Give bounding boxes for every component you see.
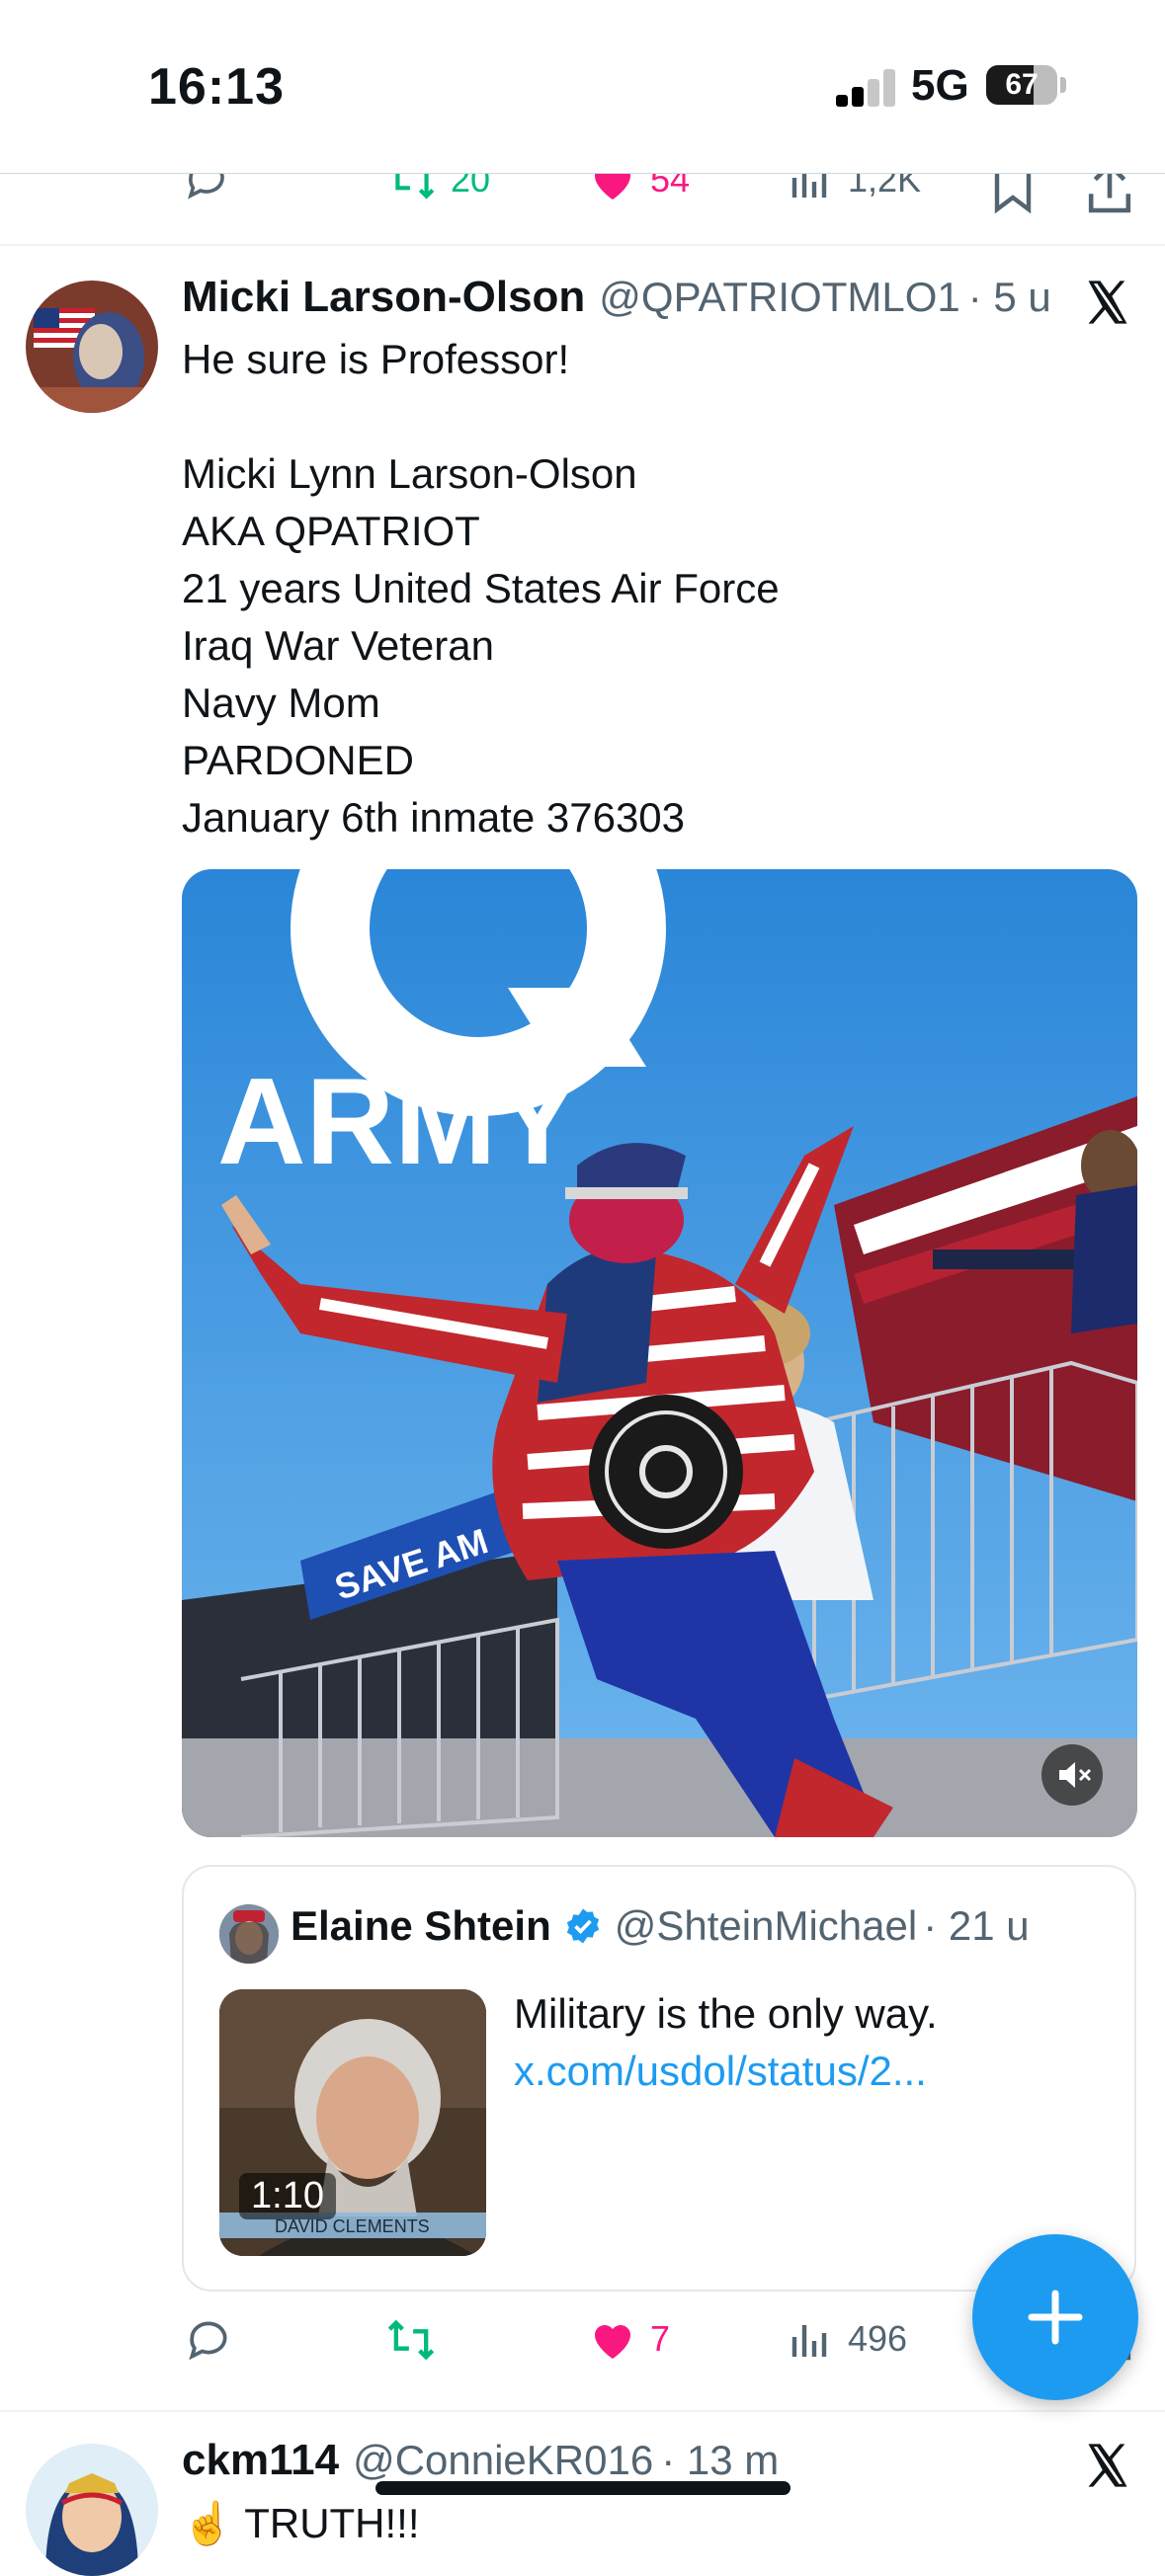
author-handle[interactable]: @QPATRIOTMLO1 bbox=[599, 274, 959, 321]
network-type: 5G bbox=[911, 61, 969, 110]
divider bbox=[0, 244, 1165, 246]
reply-button[interactable] bbox=[183, 174, 230, 203]
tweet-line: Micki Lynn Larson-Olson bbox=[182, 450, 637, 497]
tweet-line: Navy Mom bbox=[182, 680, 380, 726]
mute-button[interactable] bbox=[1041, 1744, 1103, 1806]
tweet-line: Iraq War Veteran bbox=[182, 622, 494, 669]
avatar-image bbox=[26, 281, 158, 413]
mute-icon bbox=[1059, 1762, 1092, 1788]
battery-icon: 67 bbox=[986, 65, 1057, 105]
share-icon[interactable] bbox=[1087, 173, 1132, 215]
next-tweet-time: · 13 m bbox=[661, 2437, 780, 2483]
tweet-line: AKA QPATRIOT bbox=[182, 508, 480, 554]
tweet-line: PARDONED bbox=[182, 737, 414, 783]
quote-link[interactable]: x.com/usdol/status/2... bbox=[514, 2043, 927, 2100]
previous-tweet-actions: 20 54 1,2K bbox=[0, 173, 1165, 245]
like-count: 7 bbox=[650, 2318, 671, 2359]
tweet-line bbox=[182, 388, 1091, 445]
signal-icon bbox=[836, 69, 897, 107]
views-button[interactable]: 1,2K bbox=[791, 173, 922, 201]
battery-percent: 67 bbox=[1005, 68, 1039, 101]
author-name[interactable]: Micki Larson-Olson bbox=[182, 273, 585, 322]
retweet-button[interactable]: 20 bbox=[387, 173, 491, 201]
status-time: 16:13 bbox=[148, 58, 285, 116]
home-indicator[interactable] bbox=[375, 2481, 791, 2495]
video-duration: 1:10 bbox=[239, 2173, 336, 2219]
quote-avatar bbox=[219, 1904, 279, 1964]
views-icon bbox=[791, 2325, 827, 2357]
next-author-handle[interactable]: @ConnieKR016 bbox=[353, 2437, 653, 2484]
tweet-time: · 5 u bbox=[967, 274, 1051, 320]
media-overlay-text: ARMY bbox=[217, 1054, 578, 1190]
status-bar: 16:13 5G 67 bbox=[0, 0, 1165, 173]
quote-tweet[interactable]: Elaine Shtein @ShteinMichael · 21 u DAVI… bbox=[182, 1865, 1136, 2292]
heart-icon bbox=[595, 174, 630, 200]
battery-cap bbox=[1060, 77, 1066, 93]
next-tweet-avatar[interactable] bbox=[26, 2444, 158, 2576]
video-frame: ARMY SAVE AM bbox=[182, 869, 1137, 1837]
like-button[interactable]: 7 bbox=[589, 2317, 670, 2361]
retweet-icon bbox=[387, 2319, 435, 2361]
views-count: 1,2K bbox=[848, 173, 922, 200]
verified-icon bbox=[566, 1908, 599, 1944]
reply-button[interactable] bbox=[184, 2315, 233, 2365]
compose-button[interactable] bbox=[972, 2234, 1138, 2400]
views-count: 496 bbox=[848, 2318, 908, 2359]
tweet-text: He sure is Professor! Micki Lynn Larson-… bbox=[182, 331, 1091, 846]
quote-author-name: Elaine Shtein bbox=[291, 1902, 551, 1949]
quote-author-handle: @ShteinMichael bbox=[614, 1902, 918, 1949]
retweet-icon bbox=[395, 174, 435, 200]
reply-icon bbox=[189, 2321, 227, 2361]
quote-text: Military is the only way. bbox=[514, 1990, 938, 2037]
quote-video-thumbnail[interactable]: DAVID CLEMENTS 1:10 bbox=[219, 1989, 486, 2256]
views-button[interactable]: 496 bbox=[791, 2317, 907, 2361]
retweet-count: 20 bbox=[451, 173, 491, 200]
tweet-line: January 6th inmate 376303 bbox=[182, 794, 686, 841]
tweet-video[interactable]: ARMY SAVE AM bbox=[182, 869, 1137, 1837]
avatar[interactable] bbox=[26, 281, 158, 413]
next-avatar-image bbox=[26, 2444, 158, 2576]
like-count: 54 bbox=[650, 173, 691, 200]
retweet-button[interactable] bbox=[385, 2317, 437, 2363]
next-author-name[interactable]: ckm114 bbox=[182, 2436, 339, 2485]
x-logo-icon[interactable] bbox=[1082, 277, 1133, 328]
quote-time: · 21 u bbox=[923, 1902, 1030, 1949]
quote-video-caption: DAVID CLEMENTS bbox=[275, 2216, 430, 2236]
bookmark-icon[interactable] bbox=[992, 173, 1034, 213]
plus-icon bbox=[1028, 2290, 1083, 2345]
next-tweet-text: ☝️ TRUTH!!! bbox=[182, 2500, 420, 2546]
heart-icon bbox=[595, 2325, 630, 2359]
like-button[interactable]: 54 bbox=[589, 173, 691, 201]
x-logo-icon[interactable] bbox=[1082, 2440, 1133, 2491]
reply-icon bbox=[188, 174, 224, 200]
tweet-line: 21 years United States Air Force bbox=[182, 565, 780, 611]
tweet-line: He sure is Professor! bbox=[182, 336, 570, 382]
views-icon bbox=[791, 174, 827, 198]
divider bbox=[0, 2410, 1165, 2412]
